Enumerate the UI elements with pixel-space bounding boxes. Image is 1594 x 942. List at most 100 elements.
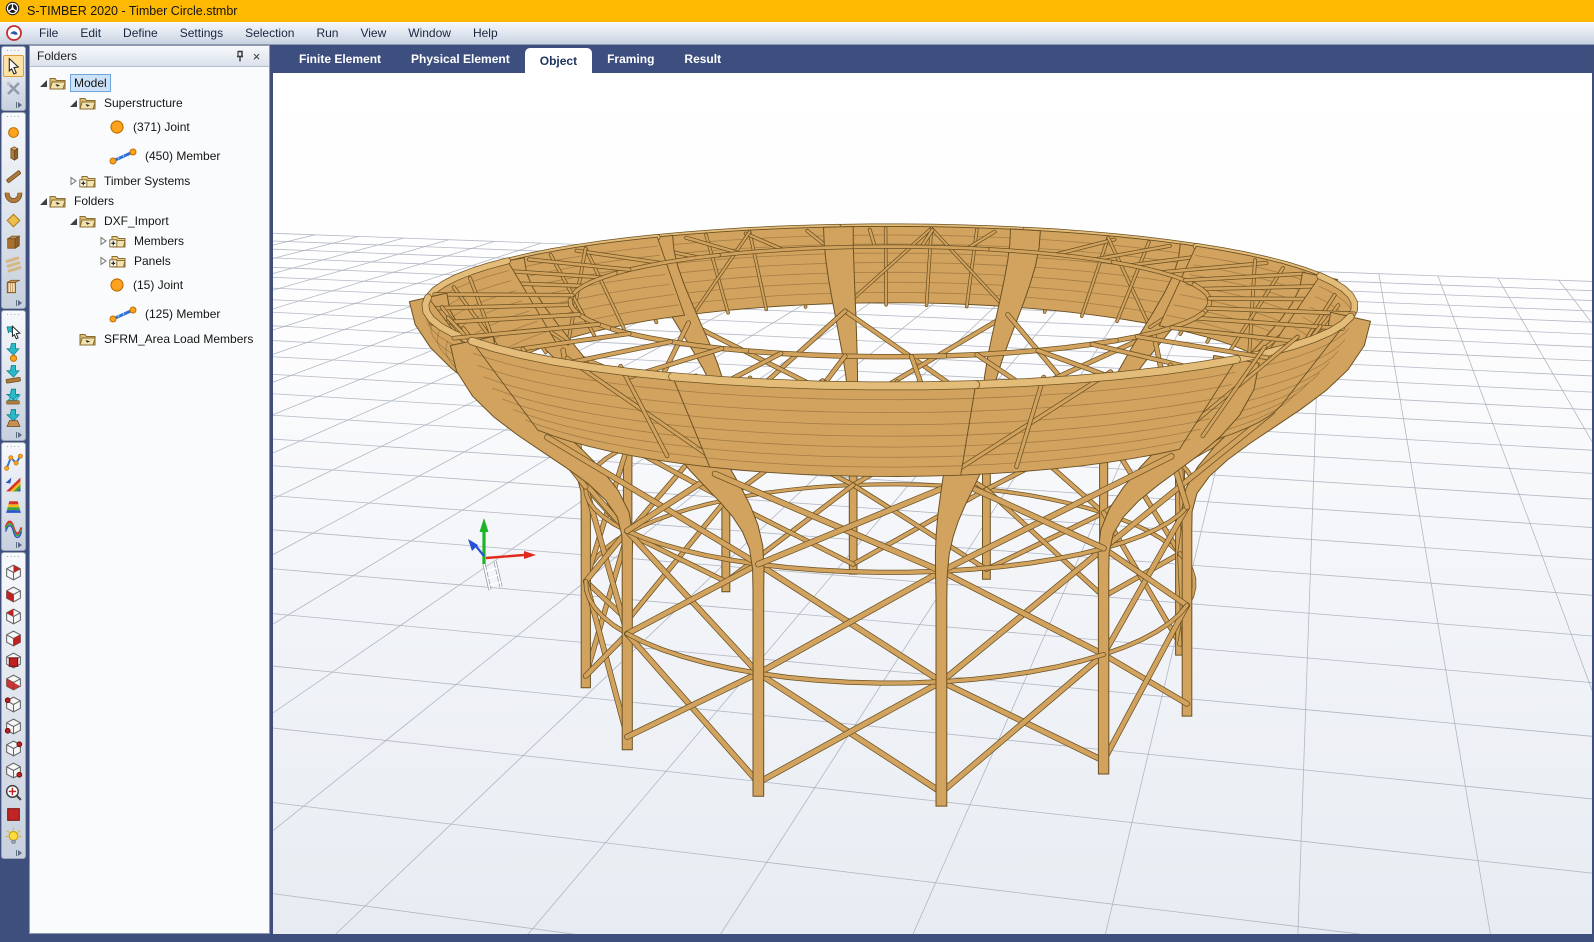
folder-plus-icon <box>109 234 126 248</box>
assign-solid-tool[interactable] <box>3 407 24 429</box>
draw-member-tool[interactable] <box>3 143 24 165</box>
tree-item-label: SFRM_Area Load Members <box>101 331 256 347</box>
zoom-extents-tool[interactable] <box>3 781 24 803</box>
cube-dot-br-icon <box>4 761 23 780</box>
menu-item-settings[interactable]: Settings <box>169 24 234 42</box>
expand-icon[interactable] <box>96 236 109 246</box>
result-diagram-tool[interactable] <box>3 451 24 473</box>
draw-ribbed-panel-tool[interactable] <box>3 275 24 297</box>
tree-item-15-joint[interactable]: (15) Joint <box>30 271 269 298</box>
menu-item-file[interactable]: File <box>28 24 69 42</box>
toolbar-overflow-button[interactable] <box>2 847 25 858</box>
member-icon <box>109 147 137 165</box>
draw-line-member-tool[interactable] <box>3 165 24 187</box>
tree-item-timber-systems[interactable]: Timber Systems <box>30 171 269 191</box>
tree-item-panels[interactable]: Panels <box>30 251 269 271</box>
view-corner-ne[interactable] <box>3 737 24 759</box>
titlebar: S-TIMBER 2020 - Timber Circle.stmbr <box>0 0 1594 22</box>
view-front[interactable] <box>3 649 24 671</box>
draw-panel-point-tool[interactable] <box>3 209 24 231</box>
assign-select-tool[interactable] <box>3 319 24 341</box>
result-contour-tool[interactable] <box>3 473 24 495</box>
toolbar-drag-handle[interactable]: ···· <box>6 553 21 561</box>
collapse-icon[interactable] <box>36 196 49 206</box>
tree-item-125-member[interactable]: (125) Member <box>30 298 269 329</box>
view-iso-ne[interactable] <box>3 561 24 583</box>
close-panel-icon[interactable]: × <box>248 48 265 64</box>
view-right[interactable] <box>3 627 24 649</box>
menu-item-selection[interactable]: Selection <box>234 24 305 42</box>
tree-item-label: Folders <box>71 193 117 209</box>
tree-item-folders[interactable]: Folders <box>30 191 269 211</box>
assign-joint-tool[interactable] <box>3 341 24 363</box>
curve-icon <box>4 189 23 208</box>
menu-item-help[interactable]: Help <box>462 24 509 42</box>
menu-item-define[interactable]: Define <box>112 24 169 42</box>
viewport-3d[interactable] <box>273 73 1592 934</box>
expand-icon[interactable] <box>96 256 109 266</box>
display-options-tool[interactable] <box>3 825 24 847</box>
tree-item-371-joint[interactable]: (371) Joint <box>30 113 269 140</box>
assign-member-tool[interactable] <box>3 363 24 385</box>
toolbar-overflow-button[interactable] <box>2 539 25 550</box>
menu-item-view[interactable]: View <box>349 24 397 42</box>
bulb-icon <box>4 827 23 846</box>
toolbar-drag-handle[interactable]: ···· <box>6 443 21 451</box>
shaded-view-tool[interactable] <box>3 803 24 825</box>
tools-icon <box>4 79 23 98</box>
tree-item-450-member[interactable]: (450) Member <box>30 140 269 171</box>
draw-joint-tool[interactable] <box>3 121 24 143</box>
view-corner-nw[interactable] <box>3 693 24 715</box>
toolbar-overflow-button[interactable] <box>2 297 25 308</box>
assign-solid-icon <box>4 409 23 428</box>
left-toolbar: ···· ···· ···· ···· ···· <box>0 45 27 934</box>
collapse-icon[interactable] <box>36 78 49 88</box>
toolbar-overflow-button[interactable] <box>2 99 25 110</box>
select-tool[interactable] <box>3 55 24 77</box>
menu-item-edit[interactable]: Edit <box>69 24 112 42</box>
tree-item-sfrm-area-load-members[interactable]: SFRM_Area Load Members <box>30 329 269 349</box>
view-corner-sw[interactable] <box>3 715 24 737</box>
expand-icon[interactable] <box>66 176 79 186</box>
cube-dot-tr-icon <box>4 739 23 758</box>
toolbar-drag-handle[interactable]: ···· <box>6 113 21 121</box>
menu-item-run[interactable]: Run <box>305 24 349 42</box>
collapse-icon[interactable] <box>66 216 79 226</box>
tab-physical-element[interactable]: Physical Element <box>396 45 525 73</box>
auto-hide-pin-icon[interactable] <box>231 48 248 64</box>
draw-curved-member-tool[interactable] <box>3 187 24 209</box>
toolbar-group-2: ···· <box>1 112 26 309</box>
view-iso-se[interactable] <box>3 671 24 693</box>
folder-icon <box>79 214 96 228</box>
tree-item-label: (15) Joint <box>130 277 186 293</box>
model-tools[interactable] <box>3 77 24 99</box>
panel-icon <box>4 233 23 252</box>
assign-panel-icon <box>4 387 23 406</box>
toolbar-group-5: ···· <box>1 552 26 859</box>
toolbar-overflow-button[interactable] <box>2 429 25 440</box>
assign-panel-tool[interactable] <box>3 385 24 407</box>
tree-item-label: Panels <box>131 253 174 269</box>
tab-object[interactable]: Object <box>525 48 592 73</box>
draw-clt-panel-tool[interactable] <box>3 253 24 275</box>
layered-icon <box>4 255 23 274</box>
result-solid-contour-tool[interactable] <box>3 495 24 517</box>
tab-finite-element[interactable]: Finite Element <box>284 45 396 73</box>
tab-framing[interactable]: Framing <box>592 45 669 73</box>
toolbar-drag-handle[interactable]: ···· <box>6 311 21 319</box>
tree-item-dxf-import[interactable]: DXF_Import <box>30 211 269 231</box>
menu-item-window[interactable]: Window <box>397 24 462 42</box>
view-corner-se[interactable] <box>3 759 24 781</box>
tree-item-model[interactable]: Model <box>30 73 269 93</box>
draw-panel-tool[interactable] <box>3 231 24 253</box>
tree-item-label: DXF_Import <box>101 213 172 229</box>
tree-item-members[interactable]: Members <box>30 231 269 251</box>
result-wave-tool[interactable] <box>3 517 24 539</box>
view-iso-nw[interactable] <box>3 605 24 627</box>
tab-result[interactable]: Result <box>669 45 736 73</box>
collapse-icon[interactable] <box>66 98 79 108</box>
view-left[interactable] <box>3 583 24 605</box>
toolbar-drag-handle[interactable]: ···· <box>6 47 21 55</box>
view-tabstrip: Finite ElementPhysical ElementObjectFram… <box>273 45 1592 73</box>
tree-item-superstructure[interactable]: Superstructure <box>30 93 269 113</box>
